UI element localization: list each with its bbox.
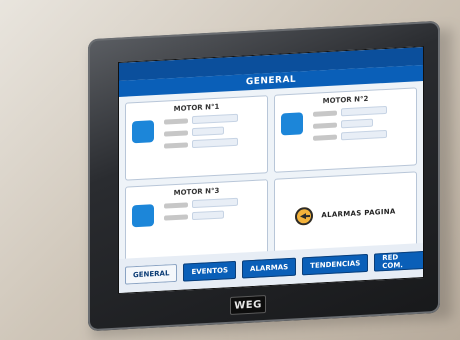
data-row: [313, 129, 412, 142]
tab-alarmas-label: ALARMAS: [250, 263, 289, 274]
hmi-screen: GENERAL MOTOR N°1 MOTOR N°2 MOTOR N°3 AL…: [118, 45, 424, 295]
data-row: [313, 117, 412, 130]
value-field: [192, 126, 224, 137]
tab-general-label: GENERAL: [133, 269, 170, 280]
label-placeholder: [164, 213, 188, 221]
motor-icon: [132, 204, 154, 228]
label-placeholder: [164, 141, 188, 149]
data-row: [164, 196, 263, 209]
value-field: [341, 118, 373, 129]
data-row: [164, 208, 263, 221]
tab-tendencias-label: TENDENCIAS: [310, 259, 361, 270]
value-field: [192, 210, 224, 221]
page-title: GENERAL: [245, 74, 297, 88]
tab-general[interactable]: GENERAL: [125, 263, 178, 285]
data-row: [313, 105, 412, 118]
value-field: [341, 129, 387, 141]
tab-red-com-label: RED COM.: [382, 253, 403, 271]
value-field: [341, 105, 387, 117]
tab-alarmas[interactable]: ALARMAS: [242, 257, 297, 279]
brand-logo-text: WEG: [234, 298, 262, 312]
data-row: [164, 136, 263, 149]
motor-icon: [132, 120, 154, 144]
tab-eventos[interactable]: EVENTOS: [183, 260, 237, 282]
label-placeholder: [164, 117, 188, 125]
alarm-page-label: ALARMAS PAGINA: [321, 207, 396, 220]
label-placeholder: [164, 201, 188, 209]
panel-motor-1[interactable]: MOTOR N°1: [125, 95, 268, 181]
value-field: [192, 197, 238, 209]
tab-red-com[interactable]: RED COM.: [374, 250, 424, 272]
data-row: [164, 112, 263, 125]
brand-logo: WEG: [230, 295, 266, 315]
tab-eventos-label: EVENTOS: [191, 266, 229, 277]
label-placeholder: [313, 134, 337, 141]
value-field: [192, 113, 238, 125]
label-placeholder: [164, 129, 188, 137]
label-placeholder: [313, 122, 337, 129]
value-field: [192, 137, 238, 149]
motor-icon: [281, 112, 303, 136]
tab-tendencias[interactable]: TENDENCIAS: [302, 253, 369, 276]
data-row: [164, 124, 263, 137]
label-placeholder: [313, 110, 337, 117]
panels-grid: MOTOR N°1 MOTOR N°2 MOTOR N°3 ALARMAS PA…: [119, 81, 423, 271]
back-arrow-icon: [295, 206, 314, 226]
panel-motor-2[interactable]: MOTOR N°2: [274, 87, 417, 173]
